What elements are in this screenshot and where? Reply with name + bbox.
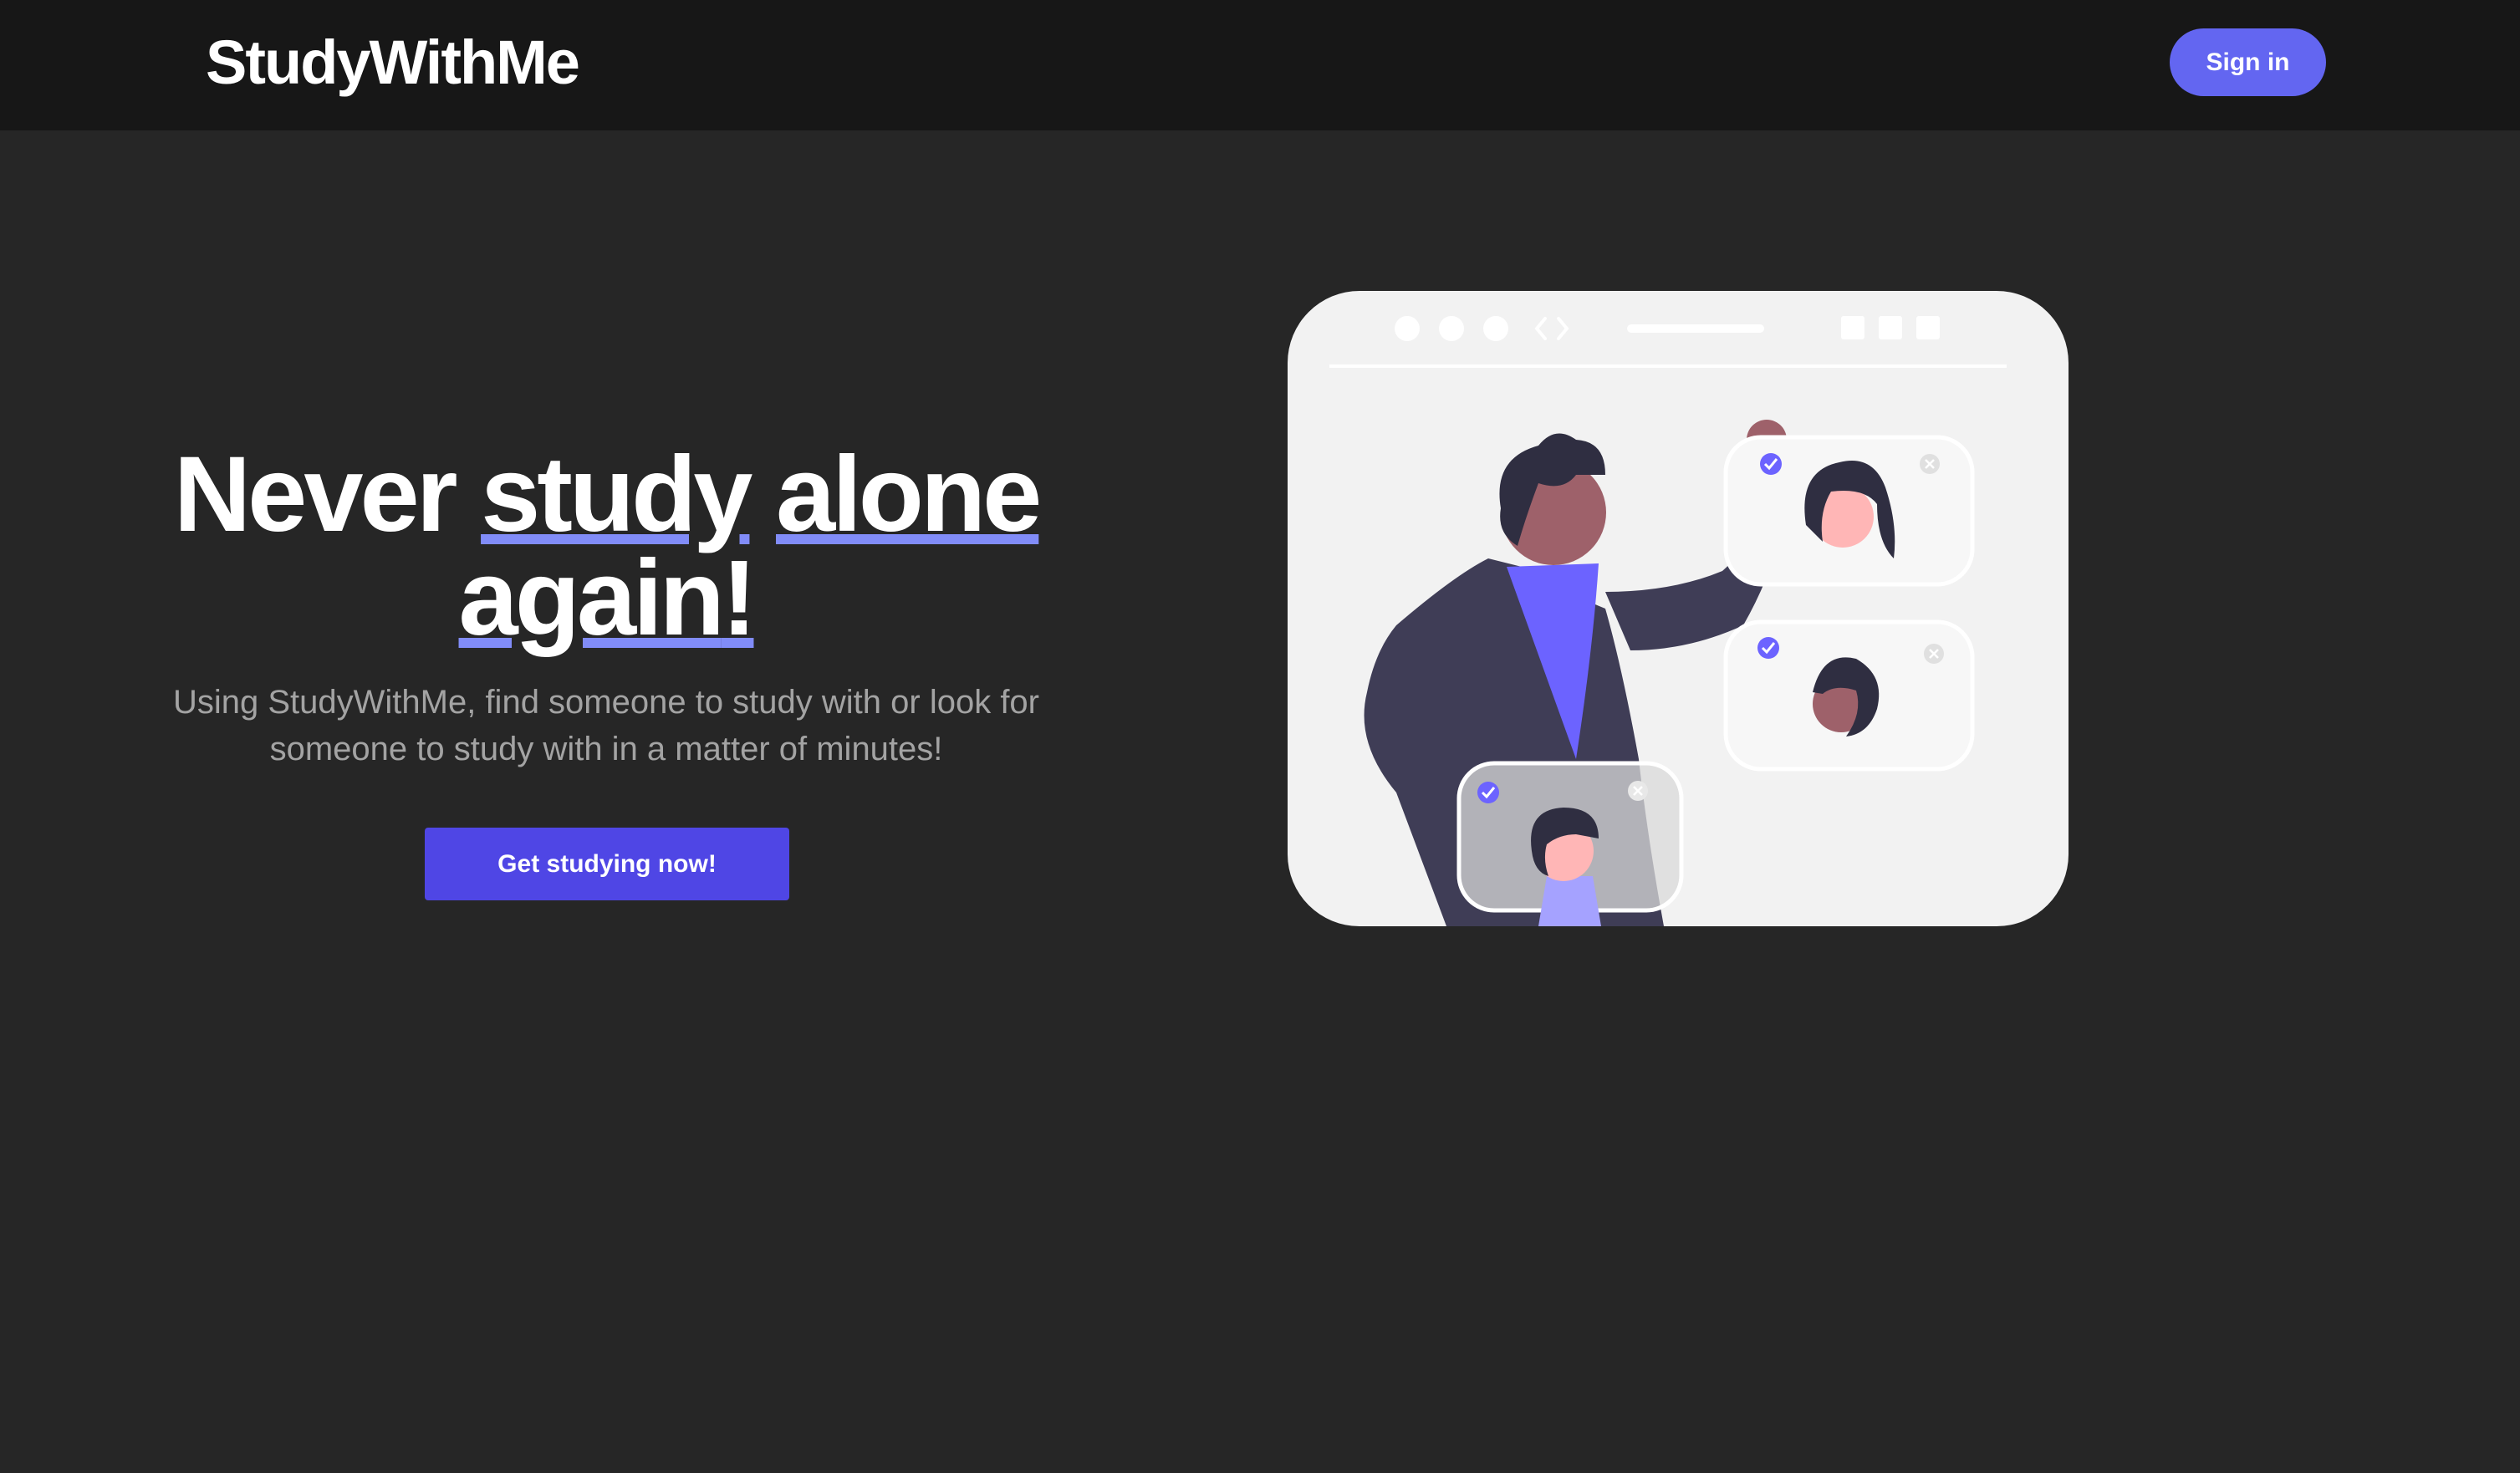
site-logo[interactable]: StudyWithMe <box>206 25 580 100</box>
check-icon <box>1760 453 1782 475</box>
headline-word-never: Never <box>173 435 458 554</box>
hero-text-block: Never study alone again! Using StudyWith… <box>109 441 1104 772</box>
tile-avatar-shirt <box>1538 876 1601 926</box>
hero-subtext: Using StudyWithMe, find someone to study… <box>172 684 1039 767</box>
hero-headline: Never study alone again! <box>109 441 1104 652</box>
window-square-icon <box>1879 316 1902 339</box>
headline-exclamation: ! <box>721 538 758 658</box>
window-dot-icon <box>1483 316 1508 341</box>
headline-word-again: again <box>458 538 725 658</box>
address-bar <box>1627 324 1764 333</box>
get-studying-button[interactable]: Get studying now! <box>425 828 789 900</box>
check-icon <box>1477 782 1499 803</box>
headline-word-alone: alone <box>776 435 1042 554</box>
window-square-icon <box>1841 316 1864 339</box>
video-call-illustration <box>1288 291 2069 926</box>
sign-in-button[interactable]: Sign in <box>2170 28 2326 96</box>
check-icon <box>1757 637 1779 659</box>
headline-word-study: study <box>481 435 752 554</box>
window-dot-icon <box>1395 316 1420 341</box>
navbar: StudyWithMe Sign in <box>0 0 2520 130</box>
window-dot-icon <box>1439 316 1464 341</box>
window-square-icon <box>1916 316 1940 339</box>
